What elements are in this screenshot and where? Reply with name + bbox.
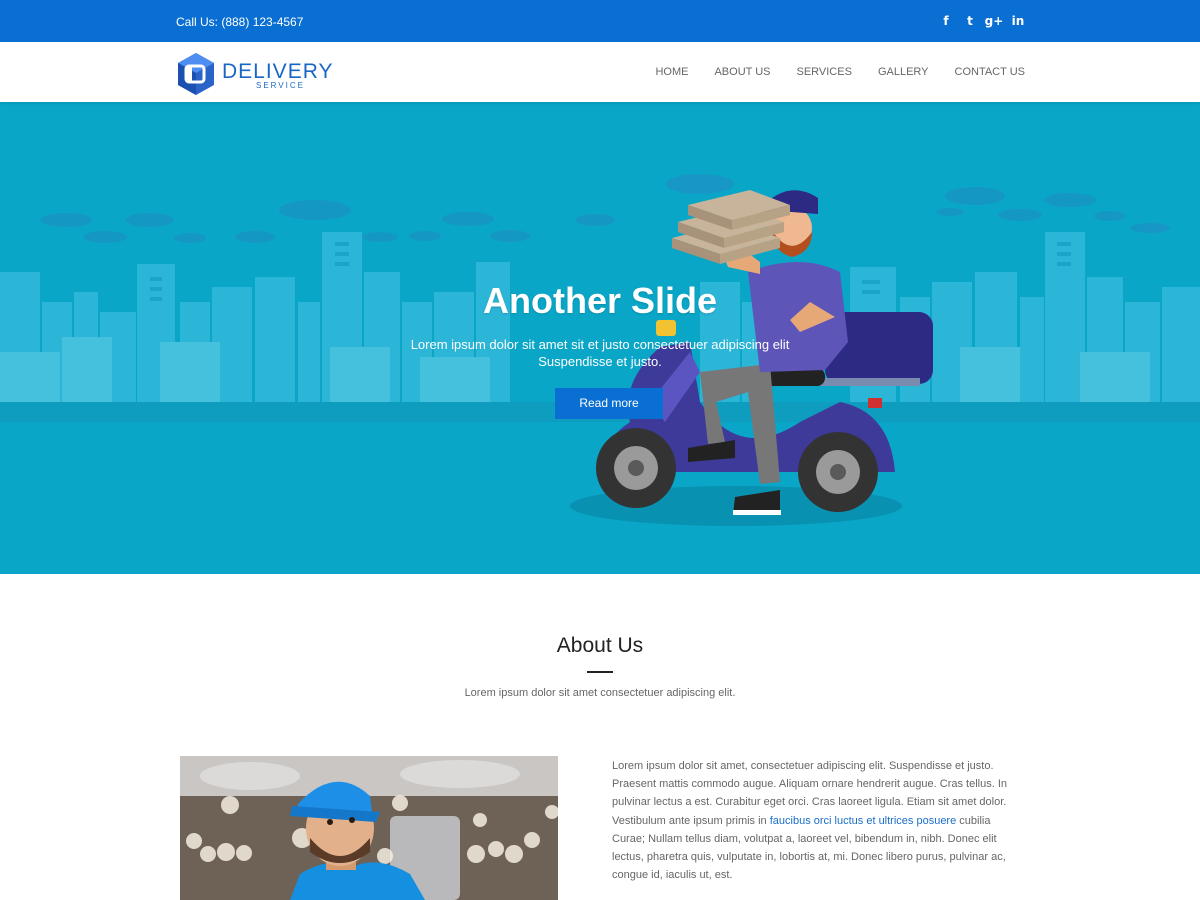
logo-brand-text: DELIVERY: [222, 60, 334, 83]
read-more-button[interactable]: Read more: [555, 388, 663, 419]
nav-item-about-us[interactable]: ABOUT US: [714, 66, 770, 78]
twitter-icon[interactable]: t: [958, 12, 982, 30]
hero-description: Lorem ipsum dolor sit amet sit et justo …: [410, 337, 790, 369]
nav-item-home[interactable]: HOME: [655, 66, 688, 78]
about-paragraph: Lorem ipsum dolor sit amet, consectetuer…: [612, 757, 1024, 884]
top-bar: Call Us: (888) 123-4567 f t g+ in: [0, 0, 1200, 42]
nav-menu: HOME ABOUT US SERVICES GALLERY CONTACT U…: [629, 66, 1025, 78]
logo-cube-icon: [178, 53, 214, 95]
about-subtitle: Lorem ipsum dolor sit amet consectetuer …: [464, 687, 736, 699]
social-links: f t g+ in: [934, 12, 1030, 30]
delivery-man-photo: [180, 756, 558, 900]
nav-item-contact-us[interactable]: CONTACT US: [955, 66, 1026, 78]
hero-title: Another Slide: [482, 280, 718, 321]
google-plus-icon[interactable]: g+: [982, 12, 1006, 30]
hero-slider: Another Slide Lorem ipsum dolor sit amet…: [0, 102, 1200, 574]
main-navbar: DELIVERY SERVICE HOME ABOUT US SERVICES …: [0, 42, 1200, 102]
site-logo[interactable]: DELIVERY SERVICE: [176, 52, 356, 96]
facebook-icon[interactable]: f: [934, 12, 958, 30]
about-inline-link[interactable]: faucibus orci luctus et ultrices posuere: [770, 815, 956, 827]
title-divider: [587, 671, 613, 673]
phone-number: Call Us: (888) 123-4567: [176, 15, 304, 29]
logo-sub-text: SERVICE: [256, 81, 305, 90]
linkedin-icon[interactable]: in: [1006, 12, 1030, 30]
nav-item-gallery[interactable]: GALLERY: [878, 66, 929, 78]
about-title: About Us: [556, 634, 644, 657]
delivery-man-image: [180, 756, 558, 900]
nav-item-services[interactable]: SERVICES: [797, 66, 852, 78]
